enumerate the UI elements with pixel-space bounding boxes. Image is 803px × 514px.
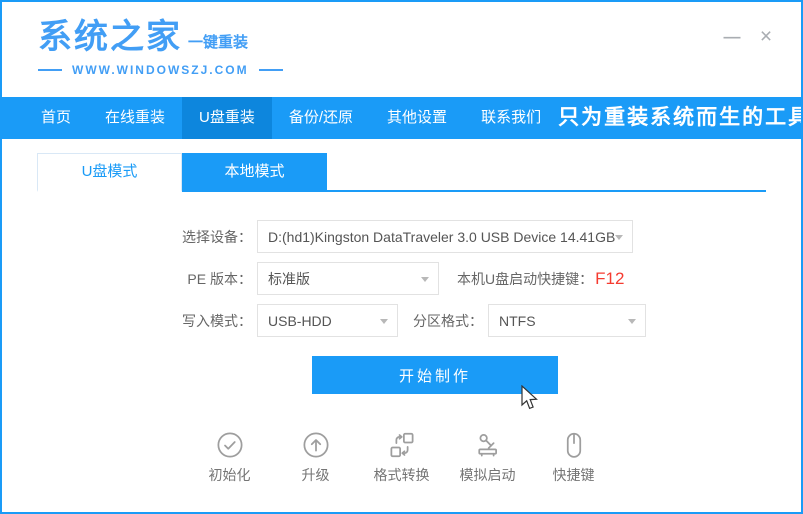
nav-item-other-settings[interactable]: 其他设置: [370, 97, 464, 139]
nav-item-contact-us[interactable]: 联系我们: [464, 97, 558, 139]
tab-usb-mode[interactable]: U盘模式: [37, 153, 182, 192]
chevron-down-icon: [421, 277, 429, 282]
tool-label: 快捷键: [553, 465, 595, 485]
start-make-button[interactable]: 开始制作: [312, 356, 558, 394]
app-logo: 系统之家 一键重装 WWW.WINDOWSZJ.COM: [38, 20, 283, 77]
tool-simulate-boot[interactable]: 模拟启动: [445, 430, 531, 485]
website-url: WWW.WINDOWSZJ.COM: [72, 63, 249, 77]
main-navbar: 首页 在线重装 U盘重装 备份/还原 其他设置 联系我们 只为重装系统而生的工具: [2, 97, 801, 139]
tool-initialize[interactable]: 初始化: [187, 430, 273, 485]
app-window: 系统之家 一键重装 WWW.WINDOWSZJ.COM — × 首页 在线重装 …: [0, 0, 803, 514]
partition-format-select-value: NTFS: [499, 313, 536, 329]
upgrade-arrow-icon: [301, 430, 331, 460]
chevron-down-icon: [615, 235, 623, 240]
dash-decoration: [38, 69, 62, 71]
tool-label: 格式转换: [374, 465, 430, 485]
nav-item-usb-reinstall[interactable]: U盘重装: [182, 97, 272, 139]
tool-upgrade[interactable]: 升级: [273, 430, 359, 485]
logo-title: 系统之家: [38, 20, 182, 54]
boot-hotkey-value: F12: [595, 269, 624, 289]
tab-local-mode[interactable]: 本地模式: [182, 153, 327, 190]
nav-item-home[interactable]: 首页: [24, 97, 88, 139]
tool-label: 升级: [302, 465, 330, 485]
tool-hotkey[interactable]: 快捷键: [531, 430, 617, 485]
device-select-value: D:(hd1)Kingston DataTraveler 3.0 USB Dev…: [268, 229, 615, 245]
tool-label: 模拟启动: [460, 465, 516, 485]
window-controls: — ×: [719, 24, 779, 50]
tool-format-convert[interactable]: 格式转换: [359, 430, 445, 485]
website-line: WWW.WINDOWSZJ.COM: [38, 63, 283, 77]
write-mode-row: 写入模式： USB-HDD 分区格式： NTFS: [2, 304, 801, 337]
pe-version-label: PE 版本：: [2, 269, 252, 289]
boot-hotkey-label: 本机U盘启动快捷键：: [457, 269, 593, 289]
slogan-text: 只为重装系统而生的工具: [558, 97, 803, 139]
nav-item-backup-restore[interactable]: 备份/还原: [272, 97, 370, 139]
nav-item-online-reinstall[interactable]: 在线重装: [88, 97, 182, 139]
format-convert-icon: [387, 430, 417, 460]
minimize-button[interactable]: —: [719, 24, 745, 50]
write-mode-select-value: USB-HDD: [268, 313, 332, 329]
mode-tabs: U盘模式 本地模式: [37, 155, 766, 192]
title-bar: 系统之家 一键重装 WWW.WINDOWSZJ.COM — ×: [2, 2, 801, 97]
close-button[interactable]: ×: [753, 24, 779, 50]
write-mode-select[interactable]: USB-HDD: [257, 304, 398, 337]
device-select[interactable]: D:(hd1)Kingston DataTraveler 3.0 USB Dev…: [257, 220, 633, 253]
footer-tools: 初始化 升级 格式转换: [2, 430, 801, 485]
pe-version-select[interactable]: 标准版: [257, 262, 439, 295]
logo-subtitle: 一键重装: [188, 31, 248, 52]
tool-label: 初始化: [209, 465, 251, 485]
write-mode-label: 写入模式：: [2, 311, 252, 331]
hotkey-mouse-icon: [559, 430, 589, 460]
device-row: 选择设备： D:(hd1)Kingston DataTraveler 3.0 U…: [2, 220, 801, 253]
pe-version-select-value: 标准版: [268, 269, 310, 289]
partition-format-label: 分区格式：: [413, 311, 483, 331]
boot-hotkey-note: 本机U盘启动快捷键： F12: [457, 269, 624, 289]
partition-format-select[interactable]: NTFS: [488, 304, 646, 337]
device-label: 选择设备：: [2, 227, 252, 247]
chevron-down-icon: [380, 319, 388, 324]
dash-decoration: [259, 69, 283, 71]
check-circle-icon: [215, 430, 245, 460]
pe-version-row: PE 版本： 标准版 本机U盘启动快捷键： F12: [2, 262, 801, 295]
simulate-boot-icon: [473, 430, 503, 460]
chevron-down-icon: [628, 319, 636, 324]
usb-make-form: 选择设备： D:(hd1)Kingston DataTraveler 3.0 U…: [2, 220, 801, 337]
